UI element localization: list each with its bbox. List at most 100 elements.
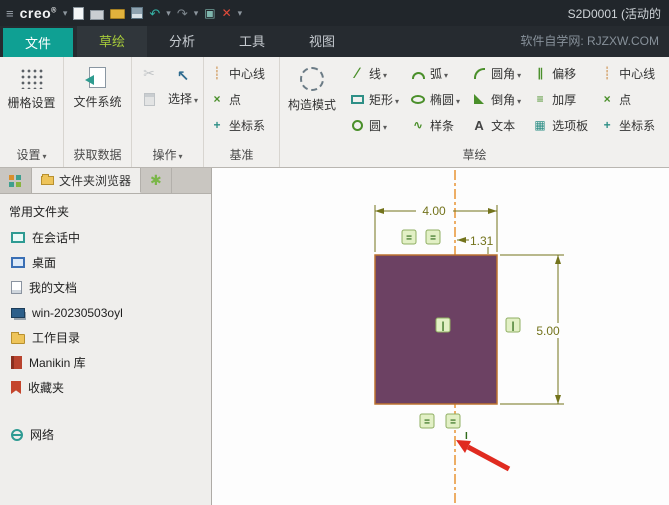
open-file-icon[interactable]: [110, 9, 126, 19]
arc-tool-label: 弧: [430, 65, 448, 82]
spline-tool-button[interactable]: ∿ 样条: [405, 112, 466, 138]
coordinate-system-icon: +: [603, 118, 611, 132]
save-icon[interactable]: [131, 7, 144, 19]
folder-item-manikin-library[interactable]: Manikin 库: [0, 350, 211, 375]
new-file-icon[interactable]: [73, 6, 85, 20]
tab-tools[interactable]: 工具: [217, 26, 287, 57]
line-tool-label: 线: [369, 65, 387, 82]
paste-button[interactable]: [136, 86, 163, 112]
dim-height-value[interactable]: 5.00: [536, 324, 560, 338]
app-menu-icon[interactable]: ≡: [6, 6, 14, 21]
settings-group-footer[interactable]: 设置: [0, 145, 63, 167]
centerline-icon: ┊: [213, 66, 221, 80]
chamfer-tool-button[interactable]: 倒角: [466, 86, 527, 112]
dim-offset[interactable]: 1.31: [457, 234, 494, 254]
paste-icon: [143, 92, 155, 106]
get-data-group-footer: 获取数据: [73, 148, 122, 162]
arc-tool-button[interactable]: 弧: [405, 60, 466, 86]
tab-sketch[interactable]: 草绘: [77, 26, 148, 57]
chamfer-icon: [474, 94, 485, 104]
datum-centerline-button[interactable]: ┊ 中心线: [204, 60, 271, 86]
folder-item-computer[interactable]: win-20230503oyl: [0, 300, 211, 325]
folder-item-label: 在会话中: [32, 231, 81, 245]
palette-tool-button[interactable]: ▦ 选项板: [527, 112, 594, 138]
tab-folder-browser[interactable]: 文件夹浏览器: [32, 168, 142, 193]
text-tool-button[interactable]: A 文本: [466, 112, 527, 138]
svg-text:=: =: [406, 233, 412, 244]
dim-offset-value[interactable]: 1.31: [470, 234, 494, 248]
print-icon[interactable]: [90, 9, 105, 20]
constraint-equal-1[interactable]: =: [401, 229, 417, 245]
folder-item-desktop[interactable]: 桌面: [0, 250, 211, 275]
sketch-centerline-button[interactable]: ┊ 中心线: [594, 60, 661, 86]
constraint-equal-3[interactable]: =: [419, 413, 435, 429]
constraint-tick: I: [465, 431, 468, 442]
folder-item-label: 桌面: [32, 256, 57, 270]
logo-caret-icon[interactable]: ▾: [63, 8, 68, 19]
select-button[interactable]: ↖ 选择: [163, 60, 203, 145]
constraint-vertical-1[interactable]: |: [435, 317, 451, 333]
sketch-csys-button[interactable]: + 坐标系: [594, 112, 661, 138]
grid-dots-icon: [18, 67, 45, 89]
quick-access-caret-icon[interactable]: ▾: [238, 8, 243, 19]
constraint-equal-2[interactable]: =: [425, 229, 441, 245]
thicken-icon: ≡: [536, 92, 544, 106]
line-tool-button[interactable]: ∕ 线: [344, 60, 405, 86]
undo-icon[interactable]: ↶: [149, 7, 160, 20]
datum-group-footer: 基准: [229, 148, 254, 162]
datum-point-button[interactable]: × 点: [204, 86, 271, 112]
tab-model-tree[interactable]: [0, 168, 32, 193]
folder-item-label: 网络: [30, 428, 55, 442]
ellipse-tool-button[interactable]: 椭圆: [405, 86, 466, 112]
folder-item-favorites[interactable]: 收藏夹: [0, 375, 211, 400]
undo-caret-icon[interactable]: ▾: [166, 8, 171, 19]
computer-icon: [11, 307, 25, 318]
palette-icon: ▦: [534, 118, 546, 132]
ellipse-tool-label: 椭圆: [430, 91, 460, 108]
construction-mode-button[interactable]: 构造模式: [280, 60, 344, 145]
constraint-equal-4[interactable]: =: [445, 413, 461, 429]
dim-width-value[interactable]: 4.00: [422, 204, 446, 218]
grid-settings-label: 栅格设置: [7, 96, 56, 110]
sketch-canvas[interactable]: 4.00 1.31 5.00 = = | | = = I: [212, 168, 669, 505]
common-folders-header: 常用文件夹: [9, 205, 70, 219]
constraint-vertical-2[interactable]: |: [505, 317, 521, 333]
file-system-button[interactable]: 文件系统: [64, 60, 131, 145]
ribbon-tab-bar: 文件 草绘 分析 工具 视图 软件自学网: RJZXW.COM: [0, 26, 669, 57]
redo-icon[interactable]: ↷: [177, 7, 188, 20]
library-icon: [11, 356, 22, 369]
fillet-tool-button[interactable]: 圆角: [466, 60, 527, 86]
sketch-viewport[interactable]: 4.00 1.31 5.00 = = | | = = I: [212, 168, 669, 505]
thicken-tool-button[interactable]: ≡ 加厚: [527, 86, 594, 112]
tab-analysis[interactable]: 分析: [147, 26, 217, 57]
arc-icon: [411, 71, 425, 79]
sketch-csys-label: 坐标系: [619, 118, 656, 133]
tab-view[interactable]: 视图: [287, 26, 357, 57]
window-switch-icon[interactable]: ▣: [204, 7, 215, 19]
folder-item-my-documents[interactable]: 我的文档: [0, 275, 211, 300]
rectangle-tool-button[interactable]: 矩形: [344, 86, 405, 112]
grid-settings-button[interactable]: 栅格设置: [0, 60, 63, 145]
operations-group-footer[interactable]: 操作: [132, 145, 203, 167]
folder-item-network[interactable]: 网络: [0, 422, 211, 447]
network-globe-icon: [11, 428, 23, 441]
offset-tool-button[interactable]: ∥ 偏移: [527, 60, 594, 86]
folder-item-in-session[interactable]: 在会话中: [0, 225, 211, 250]
folder-browser-label: 文件夹浏览器: [59, 173, 132, 188]
circle-icon: [351, 119, 363, 131]
watermark-text: 软件自学网: RJZXW.COM: [520, 34, 659, 48]
redo-caret-icon[interactable]: ▾: [194, 8, 199, 19]
select-cursor-icon: ↖: [176, 68, 190, 85]
datum-csys-button[interactable]: + 坐标系: [204, 112, 271, 138]
construction-mode-label: 构造模式: [287, 98, 336, 112]
spline-tool-label: 样条: [430, 118, 455, 133]
folder-item-label: win-20230503oyl: [32, 305, 123, 320]
cut-button[interactable]: ✂: [136, 60, 163, 86]
folder-item-working-directory[interactable]: 工作目录: [0, 325, 211, 350]
tab-file[interactable]: 文件: [3, 28, 73, 57]
close-window-icon[interactable]: ✕: [222, 7, 232, 19]
tab-favorites[interactable]: ✱: [141, 168, 172, 193]
fillet-tool-label: 圆角: [491, 65, 521, 82]
sketch-point-button[interactable]: × 点: [594, 86, 661, 112]
circle-tool-button[interactable]: 圆: [344, 112, 405, 138]
